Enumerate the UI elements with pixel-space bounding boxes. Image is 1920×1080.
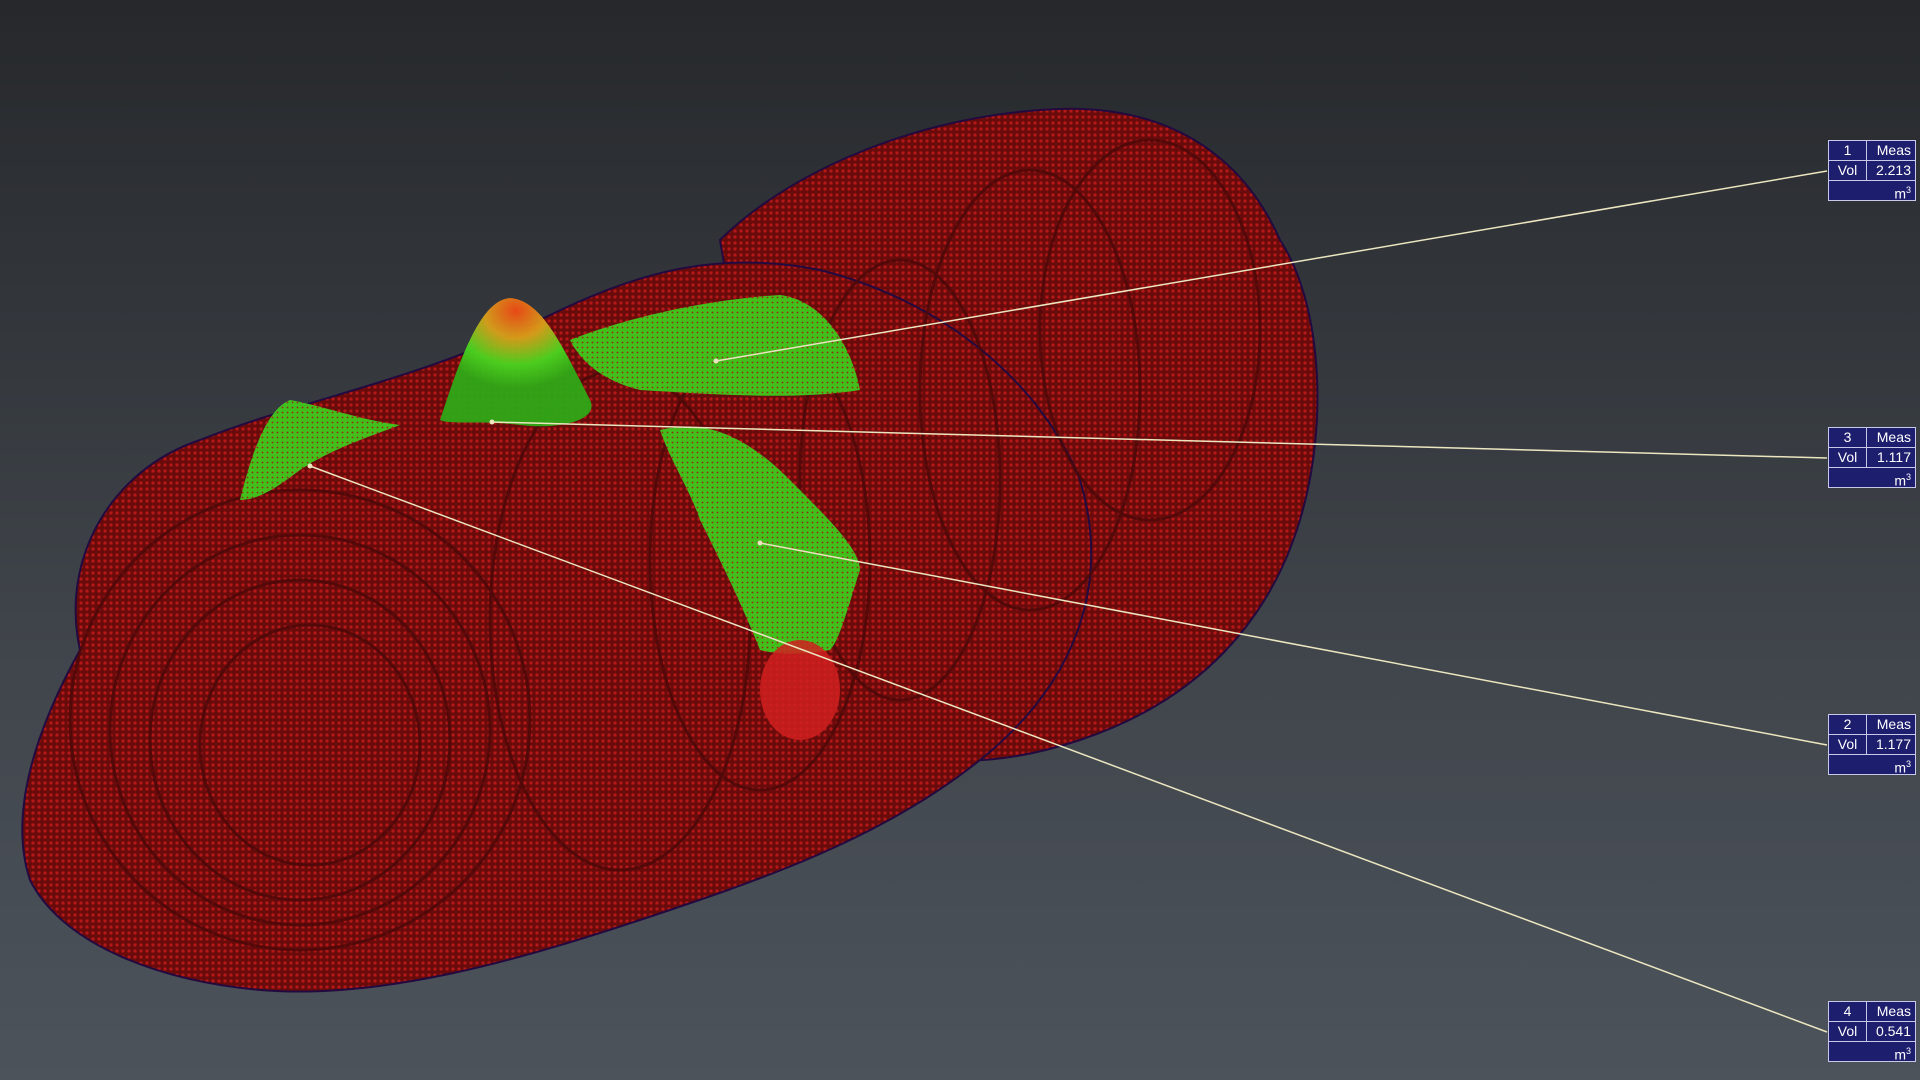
meas-unit-row: m3	[1829, 755, 1915, 776]
meas-value: 1.177	[1875, 736, 1911, 752]
meas-value: 0.541	[1875, 1023, 1911, 1039]
meas-header-row: 2 Meas	[1829, 715, 1915, 735]
meas-kind: Meas	[1876, 429, 1911, 445]
meas-id: 1	[1829, 141, 1867, 160]
meas-value-row: Vol 0.541	[1829, 1022, 1915, 1042]
region-2-red-base	[760, 640, 840, 740]
measurement-label-1[interactable]: 1 Meas Vol 2.213 m3	[1828, 140, 1916, 202]
measurement-label-2[interactable]: 2 Meas Vol 1.177 m3	[1828, 714, 1916, 776]
anchor-4	[307, 463, 313, 469]
meas-quantity: Vol	[1829, 448, 1867, 467]
meas-header-row: 1 Meas	[1829, 141, 1915, 161]
meas-unit: m3	[1894, 1046, 1911, 1063]
meas-unit-row: m3	[1829, 1042, 1915, 1063]
3d-viewport[interactable]	[0, 0, 1920, 1080]
meas-header-row: 4 Meas	[1829, 1002, 1915, 1022]
meas-id: 3	[1829, 428, 1867, 447]
meas-header-row: 3 Meas	[1829, 428, 1915, 448]
meas-quantity: Vol	[1829, 1022, 1867, 1041]
meas-quantity: Vol	[1829, 161, 1867, 180]
anchor-2	[757, 540, 763, 546]
meas-id: 4	[1829, 1002, 1867, 1021]
meas-value-row: Vol 2.213	[1829, 161, 1915, 181]
meas-value: 1.117	[1877, 449, 1911, 465]
meas-kind: Meas	[1876, 716, 1911, 732]
meas-value-row: Vol 1.117	[1829, 448, 1915, 468]
meas-value: 2.213	[1875, 162, 1911, 178]
meas-id: 2	[1829, 715, 1867, 734]
meas-unit: m3	[1894, 759, 1911, 776]
meas-kind: Meas	[1876, 1003, 1911, 1019]
measurement-label-4[interactable]: 4 Meas Vol 0.541 m3	[1828, 1001, 1916, 1063]
meas-kind: Meas	[1876, 142, 1911, 158]
meas-unit-row: m3	[1829, 468, 1915, 489]
anchor-3	[489, 419, 495, 425]
meas-unit: m3	[1894, 185, 1911, 202]
meas-unit-row: m3	[1829, 181, 1915, 202]
point-cloud-model[interactable]	[21, 107, 1319, 993]
anchor-1	[713, 358, 719, 364]
meas-value-row: Vol 1.177	[1829, 735, 1915, 755]
meas-unit: m3	[1894, 472, 1911, 489]
measurement-label-3[interactable]: 3 Meas Vol 1.117 m3	[1828, 427, 1916, 489]
meas-quantity: Vol	[1829, 735, 1867, 754]
